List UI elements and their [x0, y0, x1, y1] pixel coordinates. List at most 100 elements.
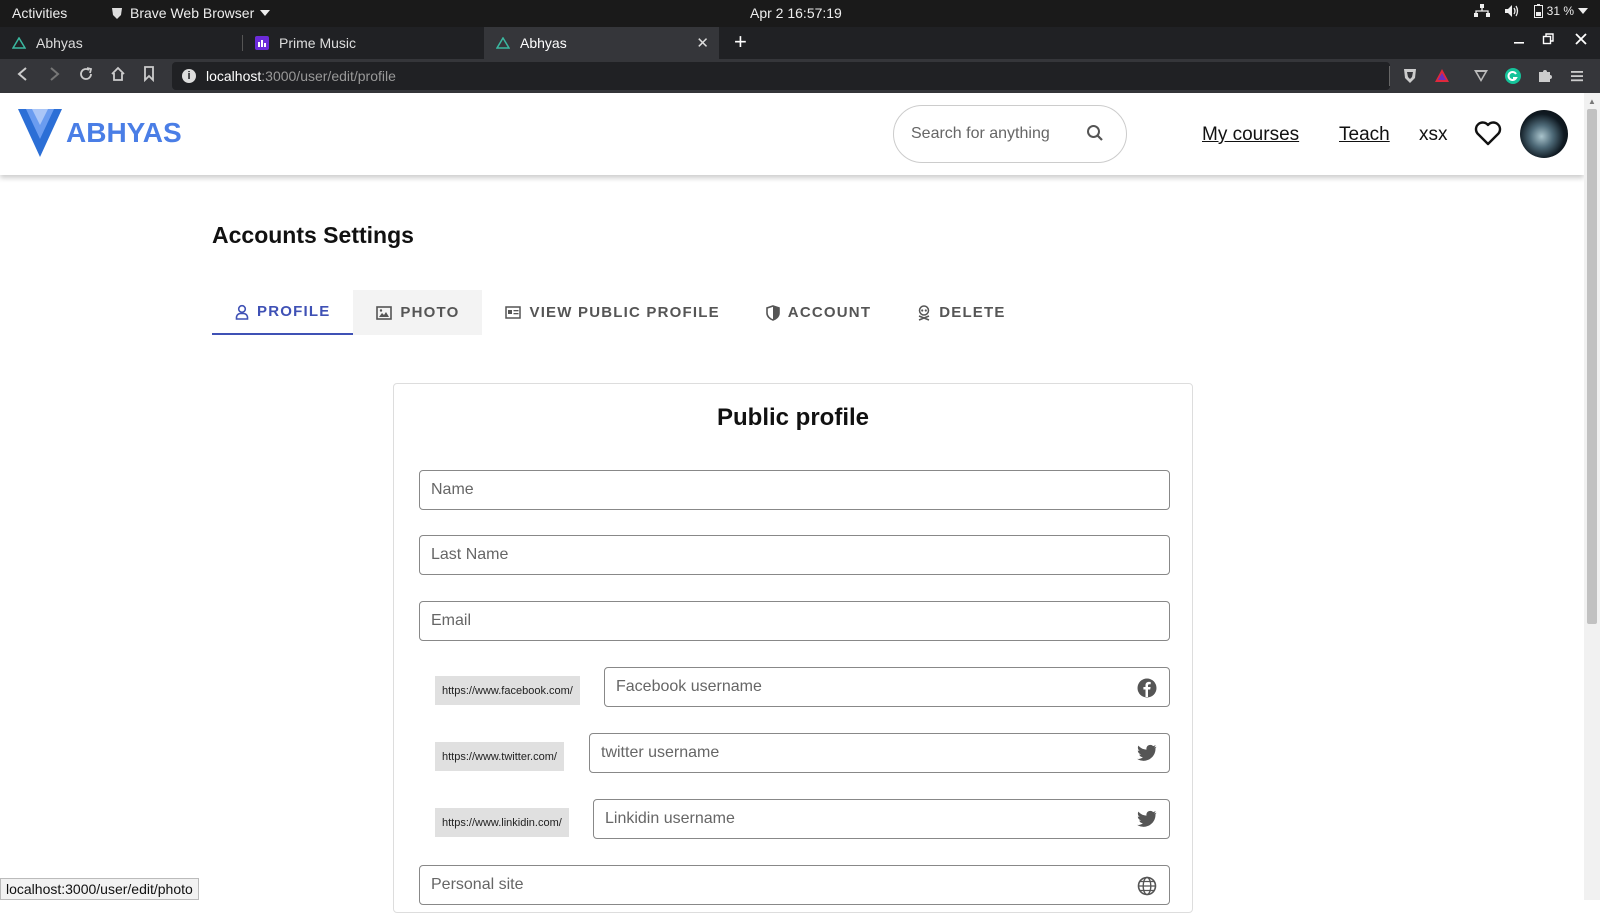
forward-icon[interactable]	[47, 66, 61, 82]
network-icon	[1473, 4, 1490, 17]
settings-tabs: PROFILE PHOTO VIEW PUBLIC PROFILE ACCOUN…	[212, 290, 1029, 335]
tab-label: PHOTO	[400, 304, 460, 321]
address-bar[interactable]: i localhost:3000/user/edit/profile	[172, 62, 1390, 90]
battery-percent: 31 %	[1546, 4, 1574, 18]
linkedin-input[interactable]	[594, 800, 1169, 838]
grammarly-icon[interactable]	[1504, 67, 1522, 85]
public-profile-card: Public profile https://www.facebook.com/…	[393, 383, 1193, 913]
browser-toolbar: i localhost:3000/user/edit/profile	[0, 59, 1600, 93]
caret-down-icon	[1578, 8, 1588, 14]
minimize-icon[interactable]	[1513, 32, 1525, 48]
menu-icon[interactable]	[1568, 67, 1586, 85]
tab-account[interactable]: ACCOUNT	[743, 290, 894, 335]
logo-text: ABHYAS	[66, 117, 182, 148]
browser-tab-abhyas[interactable]: Abhyas	[0, 27, 235, 59]
tab-view-public-profile[interactable]: VIEW PUBLIC PROFILE	[482, 290, 742, 335]
last-name-field[interactable]	[419, 535, 1170, 575]
extensions-puzzle-icon[interactable]	[1536, 67, 1554, 85]
battery-icon	[1533, 4, 1543, 18]
site-logo[interactable]: ABHYAS	[18, 109, 182, 157]
system-tray[interactable]: 31 %	[1473, 4, 1588, 18]
tab-delete[interactable]: DELETE	[894, 290, 1028, 335]
search-box[interactable]	[893, 105, 1127, 163]
wishlist-heart-icon[interactable]	[1474, 120, 1502, 146]
name-field[interactable]	[419, 470, 1170, 510]
skull-icon	[918, 304, 930, 321]
browser-tab-abhyas-active[interactable]: Abhyas ✕	[484, 27, 719, 59]
browser-tab-prime-music[interactable]: Prime Music	[243, 27, 478, 59]
facebook-url-prefix: https://www.facebook.com/	[435, 676, 580, 705]
app-menu[interactable]: Brave Web Browser	[110, 5, 271, 21]
tab-label: PROFILE	[257, 303, 331, 320]
image-icon	[376, 305, 393, 320]
clock[interactable]: Apr 2 16:57:19	[750, 5, 842, 21]
tab-photo[interactable]: PHOTO	[353, 290, 483, 335]
tab-profile[interactable]: PROFILE	[212, 290, 354, 335]
user-name[interactable]: xsx	[1419, 124, 1448, 146]
shield-icon	[765, 304, 780, 321]
volume-icon	[1504, 5, 1518, 17]
brave-shields-icon[interactable]	[1401, 67, 1419, 85]
close-window-icon[interactable]	[1575, 32, 1587, 48]
tab-label: Abhyas	[520, 35, 567, 51]
personal-site-field[interactable]	[419, 865, 1170, 905]
linkedin-url-prefix: https://www.linkidin.com/	[435, 808, 569, 837]
restore-icon[interactable]	[1542, 32, 1554, 48]
user-icon	[235, 304, 249, 320]
page-title: Accounts Settings	[212, 222, 414, 248]
linkedin-field[interactable]	[593, 799, 1170, 839]
globe-icon	[1137, 876, 1157, 896]
search-input[interactable]	[911, 125, 1071, 143]
url-host: localhost	[206, 68, 262, 84]
system-top-bar: Activities Brave Web Browser Apr 2 16:57…	[0, 0, 1600, 27]
site-info-icon[interactable]: i	[182, 69, 196, 83]
scroll-up-icon[interactable]: ▲	[1588, 97, 1596, 106]
app-menu-label: Brave Web Browser	[130, 5, 255, 21]
name-input[interactable]	[420, 471, 1169, 509]
twitter-url-prefix: https://www.twitter.com/	[435, 742, 564, 771]
id-card-icon	[505, 306, 522, 319]
bookmark-icon[interactable]	[143, 66, 155, 82]
toolbar-divider	[1389, 66, 1390, 86]
abhyas-favicon-icon	[12, 37, 26, 49]
caret-down-icon	[260, 10, 271, 16]
facebook-icon	[1137, 678, 1157, 698]
search-icon[interactable]	[1086, 124, 1104, 142]
my-courses-link[interactable]: My courses	[1202, 124, 1299, 146]
facebook-field[interactable]	[604, 667, 1170, 707]
twitter-field[interactable]	[589, 733, 1170, 773]
prime-music-favicon-icon	[255, 36, 269, 50]
avatar[interactable]	[1520, 110, 1568, 158]
brave-rewards-icon[interactable]	[1433, 67, 1451, 85]
tab-label: ACCOUNT	[787, 304, 872, 321]
tab-label: Prime Music	[279, 35, 357, 51]
twitter-icon	[1137, 810, 1157, 827]
email-field[interactable]	[419, 601, 1170, 641]
twitter-input[interactable]	[590, 734, 1169, 772]
home-icon[interactable]	[110, 66, 126, 82]
brave-lion-icon	[112, 8, 122, 19]
email-input[interactable]	[420, 602, 1169, 640]
teach-link[interactable]: Teach	[1339, 124, 1390, 146]
vuetify-extension-icon[interactable]	[1472, 67, 1490, 85]
last-name-input[interactable]	[420, 536, 1169, 574]
twitter-icon	[1137, 744, 1157, 761]
url-path: :3000/user/edit/profile	[261, 68, 396, 84]
tab-label: VIEW PUBLIC PROFILE	[529, 304, 720, 321]
browser-tab-strip: Abhyas Prime Music Abhyas ✕ +	[0, 27, 1600, 59]
tab-label: DELETE	[939, 304, 1006, 321]
tab-label: Abhyas	[36, 35, 83, 51]
scrollbar-thumb[interactable]	[1587, 109, 1597, 624]
activities-button[interactable]: Activities	[12, 5, 67, 21]
link-status-bar: localhost:3000/user/edit/photo	[0, 878, 199, 900]
close-tab-icon[interactable]: ✕	[696, 34, 709, 52]
facebook-input[interactable]	[605, 668, 1169, 706]
site-header: ABHYAS My courses Teach xsx	[0, 93, 1584, 175]
back-icon[interactable]	[15, 66, 29, 82]
page-scrollbar[interactable]: ▲	[1584, 93, 1600, 900]
reload-icon[interactable]	[78, 66, 94, 82]
personal-site-input[interactable]	[420, 866, 1169, 904]
card-title: Public profile	[716, 404, 869, 431]
abhyas-favicon-icon	[496, 37, 510, 49]
new-tab-button[interactable]: +	[734, 29, 747, 55]
